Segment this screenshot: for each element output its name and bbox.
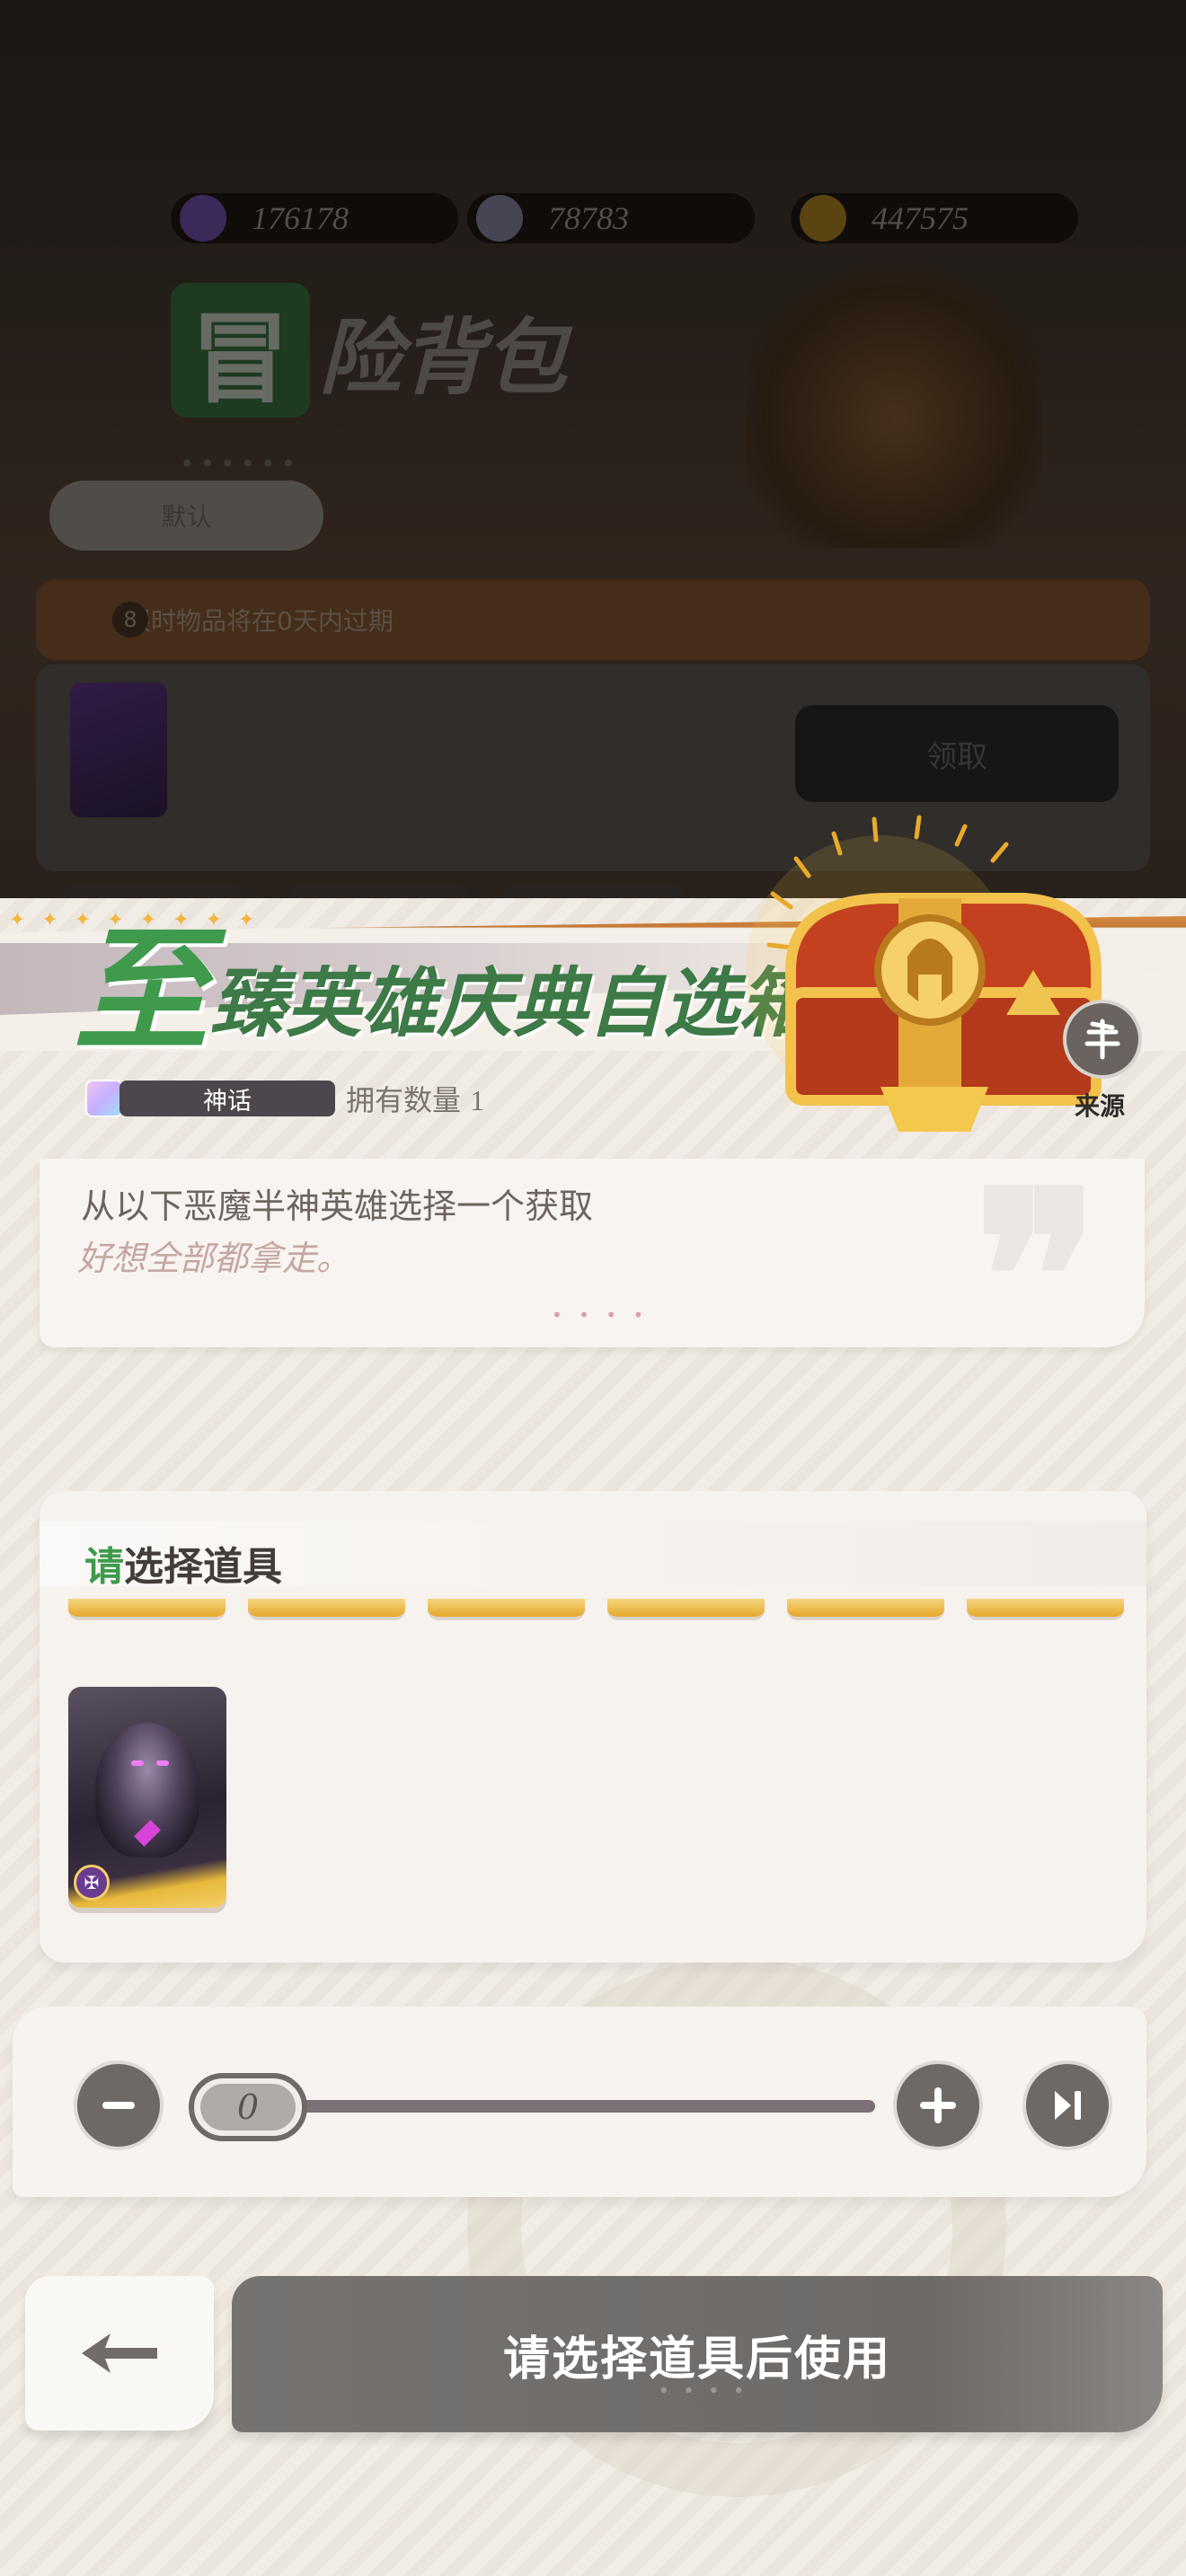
quantity-slider-knob[interactable]: 0: [189, 2073, 307, 2141]
hero-card-peek[interactable]: [248, 1599, 405, 1620]
skip-to-max-icon: [1055, 2091, 1081, 2120]
quantity-card: 0: [13, 2007, 1146, 2197]
source-button[interactable]: [1063, 1000, 1142, 1079]
item-title-first-char: 至: [74, 912, 209, 1070]
quantity-value: 0: [200, 2084, 296, 2130]
item-title: 至 臻英雄庆典自选箱: [74, 923, 814, 1058]
hero-card-peek[interactable]: [607, 1599, 765, 1620]
back-arrow-icon: [82, 2333, 157, 2373]
owned-number: 1: [470, 1084, 485, 1116]
scrolled-hero-row[interactable]: [68, 1599, 1128, 1626]
use-button[interactable]: 请选择道具后使用 • • • •: [232, 2276, 1163, 2432]
description-card: ❞ 从以下恶魔半神英雄选择一个获取 好想全部都拿走。 • • • •: [40, 1141, 1145, 1415]
increase-button[interactable]: [893, 2060, 983, 2150]
owned-count: 拥有数量 1: [346, 1078, 484, 1119]
item-description: 从以下恶魔半神英雄选择一个获取: [81, 1187, 594, 1226]
select-title-rest: 选择道具: [124, 1544, 282, 1590]
select-title-highlight: 请: [84, 1544, 124, 1590]
max-button[interactable]: [1022, 2060, 1112, 2150]
use-button-label: 请选择道具后使用: [502, 2332, 891, 2386]
description-dots: • • • •: [552, 1304, 650, 1326]
source-label: 来源: [1075, 1091, 1126, 1121]
hero-card-peek[interactable]: [428, 1599, 585, 1620]
quote-decoration: ❞: [974, 1141, 1100, 1415]
treasure-chest-icon: [737, 790, 1132, 1150]
hero-card-demon-demigod[interactable]: ✠: [68, 1687, 226, 1908]
quantity-slider-track[interactable]: [210, 2100, 875, 2113]
item-meta-row: 神话 拥有数量 1: [85, 1078, 484, 1119]
hero-eye: [156, 1760, 169, 1766]
owned-label: 拥有数量: [346, 1083, 462, 1117]
item-title-rest: 臻英雄庆典自选箱: [210, 958, 815, 1048]
back-button[interactable]: [25, 2276, 214, 2430]
minus-icon: [102, 2102, 135, 2109]
rarity-label: 神话: [119, 1081, 335, 1116]
mythic-rarity-icon: [85, 1080, 123, 1117]
select-item-card: 请选择道具 ✠: [40, 1491, 1146, 1963]
decrease-button[interactable]: [74, 2060, 164, 2150]
hero-card-peek[interactable]: [68, 1599, 226, 1620]
hero-eye: [131, 1760, 144, 1766]
use-button-dots: • • • •: [659, 2382, 748, 2401]
select-title: 请选择道具: [84, 1534, 282, 1592]
plus-icon: [920, 2087, 956, 2123]
source-icon: [1084, 1019, 1120, 1060]
hero-card-peek[interactable]: [967, 1599, 1124, 1620]
demon-faction-icon: ✠: [74, 1865, 110, 1901]
item-flavor-text: 好想全部都拿走。: [77, 1239, 351, 1278]
hero-card-peek[interactable]: [787, 1599, 944, 1620]
